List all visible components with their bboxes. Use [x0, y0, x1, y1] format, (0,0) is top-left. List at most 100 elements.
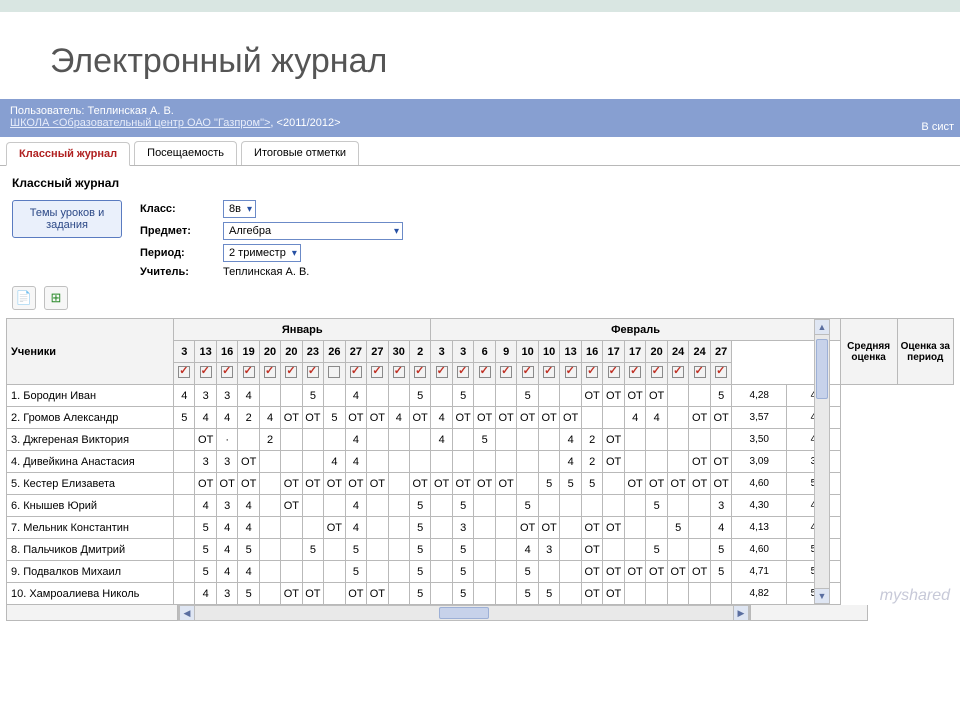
student-name[interactable]: 3. Джгереная Виктория	[7, 429, 174, 451]
mark-cell[interactable]: 4	[345, 429, 367, 451]
mark-cell[interactable]	[367, 539, 389, 561]
mark-cell[interactable]: ОТ	[495, 407, 517, 429]
mark-cell[interactable]: ОТ	[581, 561, 603, 583]
mark-cell[interactable]	[324, 583, 346, 605]
mark-cell[interactable]	[388, 385, 409, 407]
mark-cell[interactable]: ОТ	[646, 473, 668, 495]
mark-cell[interactable]	[367, 495, 389, 517]
day-header[interactable]: 9	[495, 341, 517, 363]
mark-cell[interactable]	[174, 451, 195, 473]
mark-cell[interactable]: ОТ	[302, 583, 324, 605]
mark-cell[interactable]	[538, 561, 560, 583]
mark-cell[interactable]	[367, 517, 389, 539]
day-check[interactable]	[345, 363, 367, 385]
mark-cell[interactable]: 5	[452, 495, 474, 517]
mark-cell[interactable]	[281, 561, 303, 583]
mark-cell[interactable]	[495, 517, 517, 539]
mark-cell[interactable]: 4	[216, 539, 238, 561]
mark-cell[interactable]: ОТ	[689, 473, 711, 495]
day-check[interactable]	[581, 363, 603, 385]
mark-cell[interactable]	[259, 583, 280, 605]
mark-cell[interactable]	[174, 517, 195, 539]
mark-cell[interactable]: ОТ	[281, 495, 303, 517]
mark-cell[interactable]: 3	[216, 583, 238, 605]
mark-cell[interactable]: ОТ	[646, 385, 668, 407]
mark-cell[interactable]: ОТ	[667, 561, 689, 583]
mark-cell[interactable]	[581, 407, 603, 429]
mark-cell[interactable]: 5	[409, 539, 431, 561]
mark-cell[interactable]: ОТ	[367, 473, 389, 495]
mark-cell[interactable]: 5	[409, 385, 431, 407]
mark-cell[interactable]	[603, 407, 625, 429]
day-header[interactable]: 27	[710, 341, 732, 363]
mark-cell[interactable]	[281, 429, 303, 451]
mark-cell[interactable]	[667, 583, 689, 605]
mark-cell[interactable]: ОТ	[238, 451, 260, 473]
mark-cell[interactable]: 2	[581, 429, 603, 451]
scroll-up-icon[interactable]: ▲	[815, 319, 829, 335]
mark-cell[interactable]: ОТ	[603, 561, 625, 583]
day-check[interactable]	[560, 363, 582, 385]
mark-cell[interactable]: 2	[259, 429, 280, 451]
mark-cell[interactable]	[302, 451, 324, 473]
mark-cell[interactable]	[495, 385, 517, 407]
mark-cell[interactable]: ОТ	[281, 473, 303, 495]
mark-cell[interactable]: ОТ	[538, 407, 560, 429]
mark-cell[interactable]	[431, 583, 453, 605]
mark-cell[interactable]: ОТ	[302, 407, 324, 429]
mark-cell[interactable]	[624, 539, 646, 561]
mark-cell[interactable]	[667, 539, 689, 561]
mark-cell[interactable]: 5	[581, 473, 603, 495]
period-select[interactable]: 2 триместр▾	[223, 244, 301, 262]
scroll-down-icon[interactable]: ▼	[815, 588, 829, 604]
mark-cell[interactable]	[174, 583, 195, 605]
mark-cell[interactable]: 4	[195, 407, 217, 429]
mark-cell[interactable]: 4	[259, 407, 280, 429]
student-name[interactable]: 6. Кнышев Юрий	[7, 495, 174, 517]
mark-cell[interactable]: 5	[646, 495, 668, 517]
mark-cell[interactable]: 3	[538, 539, 560, 561]
day-check[interactable]	[474, 363, 496, 385]
day-header[interactable]: 17	[603, 341, 625, 363]
mark-cell[interactable]	[538, 429, 560, 451]
mark-cell[interactable]: ОТ	[345, 583, 367, 605]
mark-cell[interactable]: 4	[238, 385, 260, 407]
mark-cell[interactable]: 3	[452, 517, 474, 539]
mark-cell[interactable]	[324, 561, 346, 583]
mark-cell[interactable]: 4	[216, 407, 238, 429]
mark-cell[interactable]	[624, 583, 646, 605]
mark-cell[interactable]	[474, 583, 496, 605]
day-header[interactable]: 27	[345, 341, 367, 363]
student-name[interactable]: 7. Мельник Константин	[7, 517, 174, 539]
mark-cell[interactable]	[474, 451, 496, 473]
mark-cell[interactable]	[689, 539, 711, 561]
mark-cell[interactable]: ОТ	[281, 583, 303, 605]
day-header[interactable]: 19	[238, 341, 260, 363]
mark-cell[interactable]: 5	[195, 539, 217, 561]
mark-cell[interactable]: 5	[538, 583, 560, 605]
subject-select[interactable]: Алгебра▾	[223, 222, 403, 240]
mark-cell[interactable]: ОТ	[560, 407, 582, 429]
mark-cell[interactable]: ОТ	[624, 473, 646, 495]
mark-cell[interactable]: 4	[216, 561, 238, 583]
mark-cell[interactable]	[367, 429, 389, 451]
day-header[interactable]: 24	[689, 341, 711, 363]
mark-cell[interactable]	[689, 583, 711, 605]
mark-cell[interactable]: 5	[238, 539, 260, 561]
day-header[interactable]: 23	[302, 341, 324, 363]
mark-cell[interactable]: 2	[238, 407, 260, 429]
day-header[interactable]: 20	[259, 341, 280, 363]
mark-cell[interactable]	[174, 429, 195, 451]
mark-cell[interactable]: ОТ	[581, 583, 603, 605]
mark-cell[interactable]: 5	[517, 583, 539, 605]
mark-cell[interactable]: ОТ	[603, 583, 625, 605]
mark-cell[interactable]	[452, 451, 474, 473]
mark-cell[interactable]	[388, 495, 409, 517]
mark-cell[interactable]	[324, 385, 346, 407]
day-check[interactable]	[667, 363, 689, 385]
mark-cell[interactable]: 5	[409, 583, 431, 605]
mark-cell[interactable]: ОТ	[517, 517, 539, 539]
mark-cell[interactable]: ОТ	[581, 385, 603, 407]
day-check[interactable]	[624, 363, 646, 385]
mark-cell[interactable]: 3	[216, 385, 238, 407]
